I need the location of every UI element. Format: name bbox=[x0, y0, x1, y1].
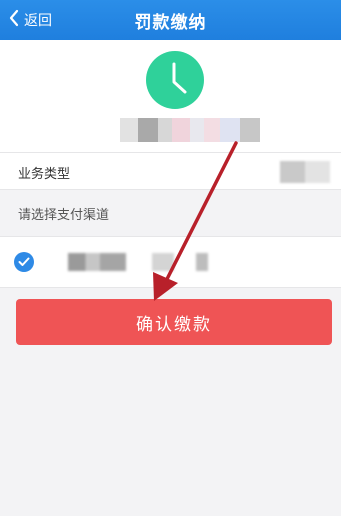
chevron-left-icon bbox=[8, 9, 20, 30]
confirm-payment-button[interactable]: 确认缴款 bbox=[16, 299, 332, 345]
selected-check-icon[interactable] bbox=[14, 252, 34, 272]
payment-option-row[interactable] bbox=[0, 236, 341, 288]
fine-summary-card bbox=[0, 40, 341, 152]
top-nav-bar: 返回 罚款缴纳 bbox=[0, 0, 341, 40]
back-button[interactable]: 返回 bbox=[8, 0, 52, 40]
obscured-payment-extra bbox=[196, 253, 208, 271]
obscured-payment-detail bbox=[152, 253, 174, 271]
back-label: 返回 bbox=[24, 13, 52, 29]
payment-channel-prompt: 请选择支付渠道 bbox=[18, 207, 110, 223]
clock-icon bbox=[145, 50, 205, 110]
obscured-amount bbox=[120, 118, 260, 142]
obscured-business-type-value bbox=[280, 161, 330, 183]
obscured-payment-name bbox=[68, 253, 126, 271]
business-type-row: 业务类型 bbox=[0, 152, 341, 190]
payment-channel-section: 请选择支付渠道 bbox=[0, 190, 341, 236]
business-type-label: 业务类型 bbox=[18, 166, 71, 182]
